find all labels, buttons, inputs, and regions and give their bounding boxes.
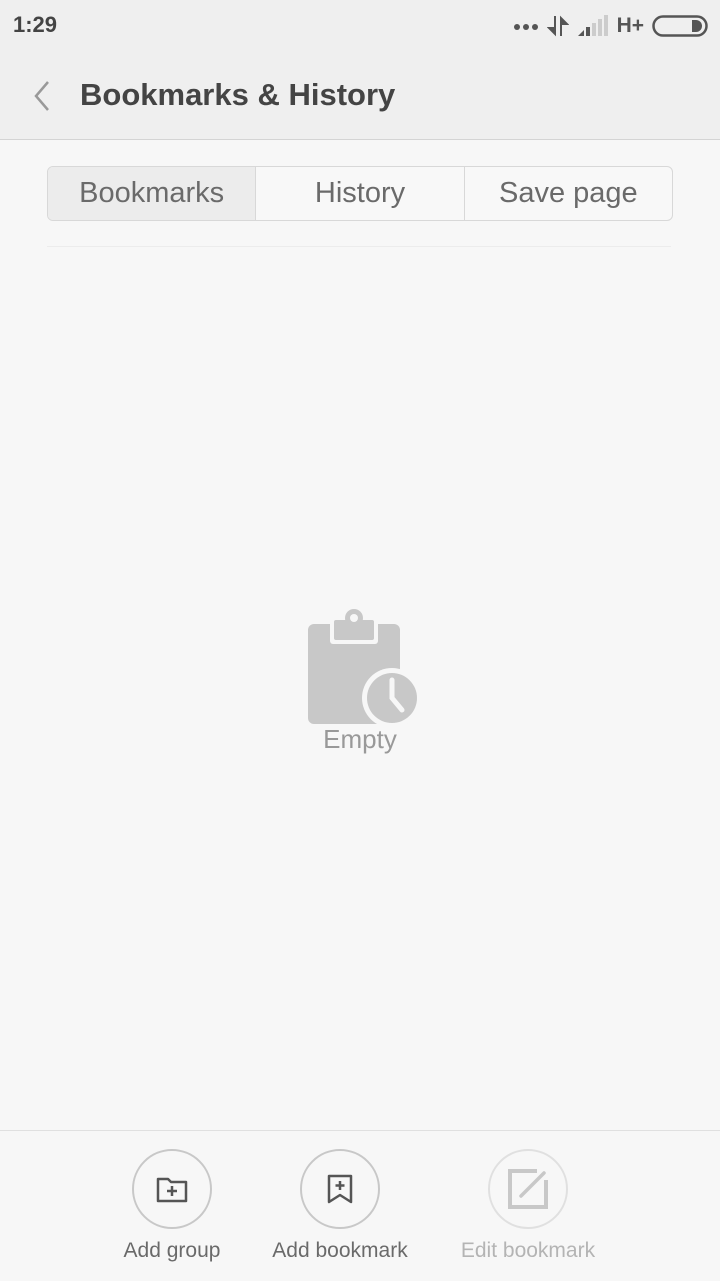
tab-bookmarks[interactable]: Bookmarks	[48, 167, 256, 220]
divider	[47, 246, 671, 247]
data-transfer-icon	[546, 15, 569, 37]
status-bar: 1:29 H+	[0, 0, 720, 52]
edit-icon	[508, 1169, 548, 1209]
bottom-action-bar: Add group Add bookmark Edit bookmark	[0, 1130, 720, 1281]
battery-icon	[652, 15, 708, 37]
tab-bar: Bookmarks History Save page	[47, 166, 673, 221]
tab-save-page[interactable]: Save page	[463, 167, 672, 220]
add-bookmark-label: Add bookmark	[272, 1239, 408, 1262]
empty-state: Empty	[0, 608, 720, 755]
bookmark-plus-icon	[327, 1174, 353, 1204]
title-bar: Bookmarks & History	[0, 52, 720, 140]
signal-icon	[577, 15, 608, 36]
add-group-button[interactable]: Add group	[82, 1149, 262, 1263]
more-dots-icon	[513, 24, 538, 30]
add-bookmark-circle[interactable]	[300, 1149, 380, 1229]
chevron-left-icon	[34, 81, 49, 111]
add-group-circle[interactable]	[132, 1149, 212, 1229]
page-title: Bookmarks & History	[80, 77, 396, 112]
back-button[interactable]	[26, 76, 62, 116]
network-type: H+	[616, 14, 644, 37]
empty-label: Empty	[323, 724, 397, 754]
status-icons: H+	[513, 12, 708, 40]
clipboard-clock-icon	[308, 609, 418, 728]
edit-bookmark-button[interactable]: Edit bookmark	[438, 1149, 618, 1263]
folder-plus-icon	[156, 1177, 188, 1203]
tab-history[interactable]: History	[255, 167, 463, 220]
add-group-label: Add group	[123, 1239, 221, 1262]
edit-bookmark-label: Edit bookmark	[460, 1239, 596, 1262]
edit-bookmark-circle[interactable]	[488, 1149, 568, 1229]
add-bookmark-button[interactable]: Add bookmark	[250, 1149, 430, 1263]
status-time: 1:29	[13, 12, 58, 37]
